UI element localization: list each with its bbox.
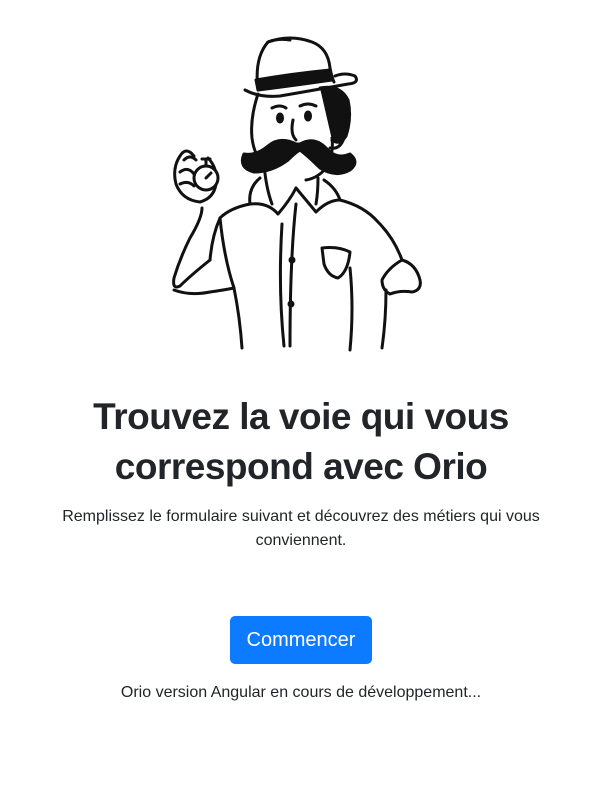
man-with-stopwatch-icon (172, 36, 422, 352)
page-subtitle: Remplissez le formulaire suivant et déco… (62, 508, 540, 549)
start-button[interactable]: Commencer (230, 616, 372, 664)
development-notice: Orio version Angular en cours de dévelop… (120, 684, 482, 701)
page-title-line-1: Trouvez la voie qui vous (93, 396, 509, 437)
page-title: Trouvez la voie qui vous correspond avec… (40, 392, 562, 492)
hero-illustration (150, 28, 450, 358)
page-title-line-2: correspond avec Orio (114, 446, 488, 487)
landing-page: Trouvez la voie qui vous correspond avec… (0, 0, 602, 800)
